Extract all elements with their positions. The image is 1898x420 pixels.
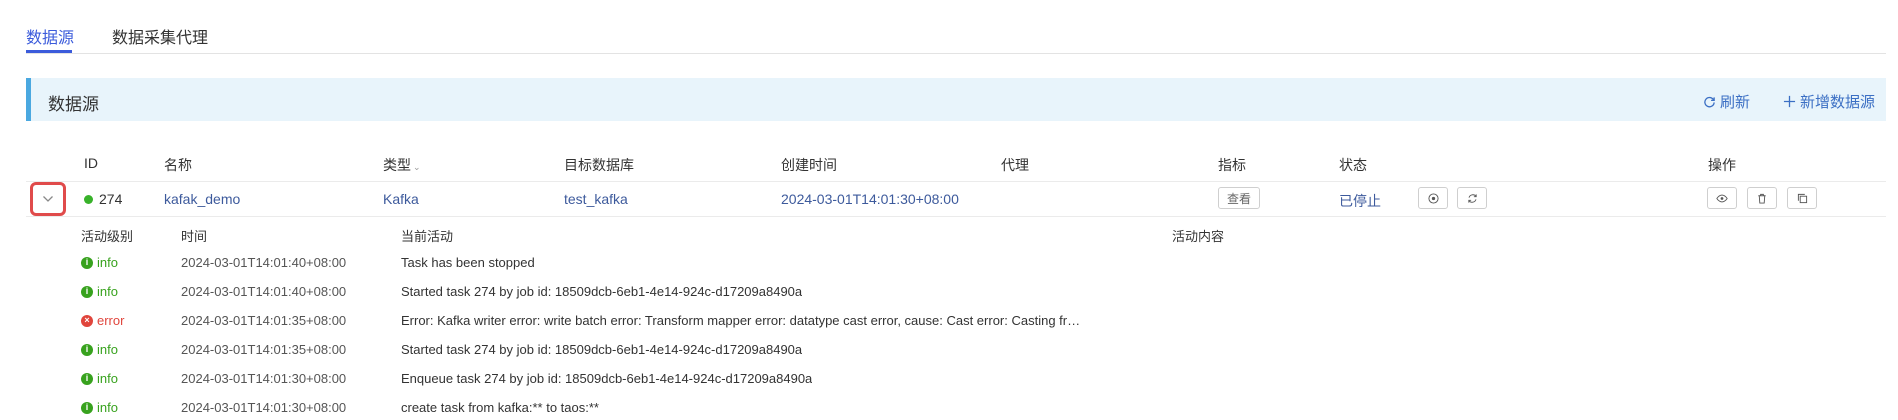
activity-header-level: 活动级别 [81, 229, 134, 244]
column-header-agent: 代理 [1001, 157, 1029, 173]
column-header-type-label: 类型 [383, 157, 411, 173]
activity-time: 2024-03-01T14:01:35+08:00 [181, 313, 347, 328]
row-type: Kafka [383, 191, 419, 207]
row-created-time: 2024-03-01T14:01:30+08:00 [781, 191, 959, 207]
activity-level: i info [81, 342, 118, 357]
activity-level-text: error [97, 313, 125, 328]
row-id: 274 [84, 191, 122, 207]
copy-button[interactable] [1787, 187, 1817, 209]
activity-level: × error [81, 313, 124, 328]
column-header-id: ID [84, 155, 98, 171]
panel-header: 数据源 刷新 新增数据源 [26, 78, 1886, 121]
view-metrics-button[interactable]: 查看 [1218, 187, 1260, 209]
tab-collection-agent[interactable]: 数据采集代理 [112, 24, 208, 48]
status-dot-icon [84, 195, 93, 204]
activity-header-current: 当前活动 [401, 229, 454, 244]
column-header-metrics: 指标 [1218, 157, 1246, 173]
activity-level-text: info [97, 284, 118, 299]
activity-time: 2024-03-01T14:01:40+08:00 [181, 255, 347, 270]
row-target-db: test_kafka [564, 191, 628, 207]
activity-level: i info [81, 255, 118, 270]
eye-icon [1716, 194, 1728, 202]
activity-level-text: info [97, 342, 118, 357]
chevron-down-icon [43, 196, 53, 202]
activity-text: Error: Kafka writer error: write batch e… [401, 313, 1081, 328]
activity-time: 2024-03-01T14:01:40+08:00 [181, 284, 347, 299]
tab-bar: 数据源 数据采集代理 [26, 0, 1886, 54]
activity-level: i info [81, 371, 118, 386]
activity-level: i info [81, 284, 118, 299]
info-icon: i [81, 256, 93, 269]
tab-datasource[interactable]: 数据源 [26, 24, 74, 48]
activity-level-text: info [97, 400, 118, 415]
column-header-type[interactable]: 类型 ⌄ [383, 155, 421, 175]
activity-time: 2024-03-01T14:01:30+08:00 [181, 400, 347, 415]
row-id-value: 274 [99, 191, 123, 207]
activity-header-time: 时间 [181, 229, 208, 244]
activity-time: 2024-03-01T14:01:30+08:00 [181, 371, 347, 386]
activity-level-text: info [97, 255, 118, 270]
active-tab-indicator [26, 50, 72, 53]
add-datasource-label: 新增数据源 [1800, 94, 1876, 111]
refresh-icon [1704, 96, 1715, 108]
activity-level: i info [81, 400, 118, 415]
restart-task-button[interactable] [1457, 187, 1487, 209]
column-header-status: 状态 [1339, 157, 1367, 173]
add-datasource-button[interactable]: 新增数据源 [1783, 91, 1875, 112]
row-name-link[interactable]: kafak_demo [164, 191, 240, 207]
start-task-button[interactable] [1418, 187, 1448, 209]
column-header-actions: 操作 [1708, 157, 1736, 173]
restart-icon [1467, 193, 1477, 203]
trash-icon [1758, 193, 1766, 204]
activity-level-text: info [97, 371, 118, 386]
error-icon: × [81, 314, 93, 327]
row-divider [26, 181, 1886, 182]
activity-text: Started task 274 by job id: 18509dcb-6eb… [401, 284, 803, 299]
activity-text: Started task 274 by job id: 18509dcb-6eb… [401, 342, 803, 357]
refresh-button[interactable]: 刷新 [1703, 91, 1750, 112]
column-header-target-db: 目标数据库 [564, 157, 634, 173]
activity-time: 2024-03-01T14:01:35+08:00 [181, 342, 347, 357]
info-icon: i [81, 372, 93, 385]
refresh-label: 刷新 [1720, 94, 1751, 111]
info-icon: i [81, 401, 93, 414]
info-icon: i [81, 285, 93, 298]
row-status: 已停止 [1339, 193, 1381, 209]
expand-row-button[interactable] [30, 182, 66, 216]
delete-button[interactable] [1747, 187, 1777, 209]
activity-text: Enqueue task 274 by job id: 18509dcb-6eb… [401, 371, 813, 386]
view-button[interactable] [1707, 187, 1737, 209]
play-circle-icon [1427, 192, 1439, 204]
row-divider [26, 216, 1886, 217]
copy-icon [1797, 193, 1807, 203]
activity-text: Task has been stopped [401, 255, 535, 270]
sort-icon: ⌄ [413, 162, 421, 172]
column-header-created-time: 创建时间 [781, 157, 837, 173]
panel-title: 数据源 [48, 95, 99, 114]
plus-icon [1783, 95, 1796, 108]
activity-text: create task from kafka:** to taos:** [401, 400, 599, 415]
column-header-name: 名称 [164, 157, 192, 173]
info-icon: i [81, 343, 93, 356]
activity-header-content: 活动内容 [1172, 229, 1225, 244]
